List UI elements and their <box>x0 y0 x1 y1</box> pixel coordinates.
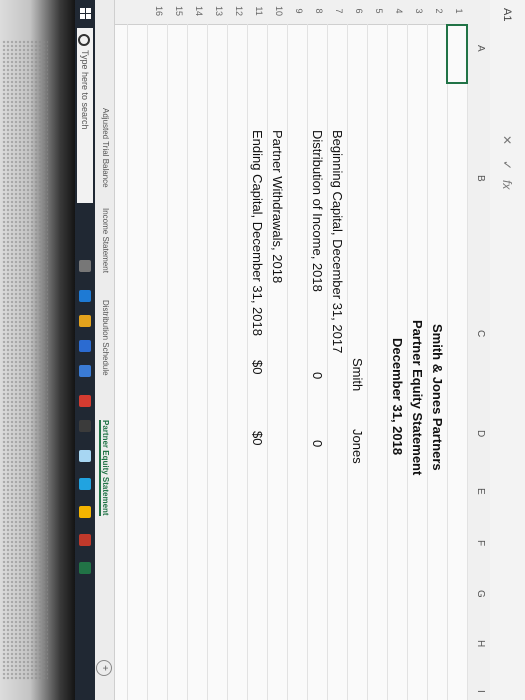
row-header[interactable]: 9 <box>294 0 304 22</box>
row-header[interactable]: 16 <box>154 0 164 22</box>
header-jones[interactable]: Jones <box>350 429 365 464</box>
tab-adjusted-trial-balance[interactable]: Adjusted Trial Balance <box>101 108 110 188</box>
column-header-c[interactable]: C <box>475 330 486 337</box>
column-header-h[interactable]: H <box>475 640 486 647</box>
laptop-screen: A1 ✕ ✓ fx A B C D E F G H I 1 2 3 4 5 6 … <box>75 0 525 700</box>
add-sheet-icon[interactable]: + <box>96 660 112 676</box>
row-header[interactable]: 11 <box>254 0 264 22</box>
row-header[interactable]: 6 <box>354 0 364 22</box>
column-header-i[interactable]: I <box>475 690 486 693</box>
task-view-icon[interactable] <box>79 260 91 272</box>
spreadsheet-grid[interactable]: Smith & Jones Partners Partner Equity St… <box>115 24 468 700</box>
row-header[interactable]: 2 <box>434 0 444 22</box>
row-header[interactable]: 13 <box>214 0 224 22</box>
tab-partner-equity-statement[interactable]: Partner Equity Statement <box>99 420 110 516</box>
sheet-tab-bar: Adjusted Trial Balance Income Statement … <box>94 0 115 700</box>
value-ending-jones[interactable]: $0 <box>250 431 265 445</box>
chrome-icon[interactable] <box>79 506 91 518</box>
store-icon[interactable] <box>79 340 91 352</box>
column-header-f[interactable]: F <box>475 540 486 546</box>
windows-taskbar: Type here to search <box>75 0 95 700</box>
label-beginning-capital[interactable]: Beginning Capital, December 31, 2017 <box>330 130 345 353</box>
value-distribution-smith[interactable]: 0 <box>310 372 325 379</box>
edge-icon[interactable] <box>79 290 91 302</box>
label-ending-capital[interactable]: Ending Capital, December 31, 2018 <box>250 130 265 336</box>
row-header[interactable]: 1 <box>454 0 464 22</box>
cancel-icon[interactable]: ✕ <box>500 135 514 145</box>
skype-icon[interactable] <box>79 478 91 490</box>
tab-income-statement[interactable]: Income Statement <box>101 208 110 273</box>
tab-distribution-schedule[interactable]: Distribution Schedule <box>101 300 110 376</box>
check-icon[interactable]: ✓ <box>500 160 514 170</box>
dropbox-icon[interactable] <box>79 450 91 462</box>
row-header[interactable]: 12 <box>234 0 244 22</box>
row-headers: 1 2 3 4 5 6 7 8 9 10 11 12 13 14 15 16 <box>115 0 468 25</box>
statement-title[interactable]: Smith & Jones Partners <box>430 324 445 471</box>
taskbar-search-box[interactable]: Type here to search <box>77 28 93 203</box>
photos-icon[interactable] <box>79 395 91 407</box>
windows-start-icon[interactable] <box>79 8 91 20</box>
row-header[interactable]: 7 <box>334 0 344 22</box>
row-header[interactable]: 5 <box>374 0 384 22</box>
row-header[interactable]: 8 <box>314 0 324 22</box>
mail-icon[interactable] <box>79 365 91 377</box>
column-header-g[interactable]: G <box>475 590 486 598</box>
column-header-d[interactable]: D <box>475 430 486 437</box>
row-header[interactable]: 3 <box>414 0 424 22</box>
value-ending-smith[interactable]: $0 <box>250 360 265 374</box>
row-header[interactable]: 15 <box>174 0 184 22</box>
row-header[interactable]: 14 <box>194 0 204 22</box>
name-box[interactable]: A1 <box>501 8 513 68</box>
function-icon[interactable]: fx <box>500 180 514 189</box>
folder-icon[interactable] <box>79 315 91 327</box>
row-header[interactable]: 4 <box>394 0 404 22</box>
column-header-b[interactable]: B <box>475 175 486 182</box>
speaker-grille <box>2 40 48 680</box>
label-income-distribution[interactable]: Distribution of Income, 2018 <box>310 130 325 292</box>
search-placeholder: Type here to search <box>80 50 90 130</box>
column-header-e[interactable]: E <box>475 488 486 495</box>
statement-subtitle[interactable]: Partner Equity Statement <box>410 320 425 475</box>
column-headers: A B C D E F G H I <box>467 0 490 700</box>
excel-icon[interactable] <box>79 562 91 574</box>
statement-date[interactable]: December 31, 2018 <box>390 338 405 455</box>
media-icon[interactable] <box>79 420 91 432</box>
column-header-a[interactable]: A <box>475 45 486 52</box>
label-partner-withdrawals[interactable]: Partner Withdrawals, 2018 <box>270 130 285 283</box>
selected-cell-a1[interactable] <box>446 24 468 84</box>
cortana-icon <box>78 34 90 46</box>
row-header[interactable]: 10 <box>274 0 284 22</box>
app-icon[interactable] <box>79 534 91 546</box>
header-smith[interactable]: Smith <box>350 358 365 391</box>
value-distribution-jones[interactable]: 0 <box>310 440 325 447</box>
formula-bar: A1 ✕ ✓ fx <box>489 0 525 700</box>
